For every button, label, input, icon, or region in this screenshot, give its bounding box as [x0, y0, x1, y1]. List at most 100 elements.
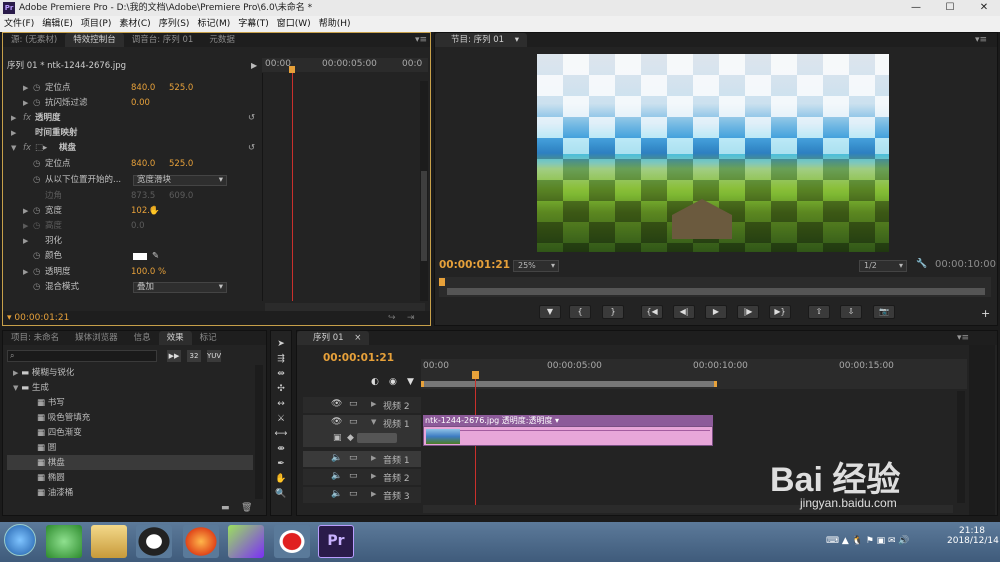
add-button-icon[interactable]: +: [981, 307, 990, 320]
add-marker-icon[interactable]: ▼: [407, 377, 414, 387]
rate-stretch-tool-icon[interactable]: ↔: [274, 398, 288, 411]
tree-item-4color-gradient[interactable]: ▦ 四色渐变: [37, 426, 82, 440]
marker-toggle-icon[interactable]: ◉: [389, 377, 397, 387]
sequence-ruler[interactable]: 00:00 00:00:05:00 00:00:10:00 00:00:15:0…: [421, 359, 967, 389]
track-header-v1[interactable]: 👁 ▭ ▼ 视频 1 ▣ ◆: [303, 415, 421, 447]
vertical-scrollbar[interactable]: [420, 81, 428, 301]
effect-timeline-ruler[interactable]: 00:00 00:00:05:00 00:0: [262, 58, 428, 72]
close-icon[interactable]: ✕: [972, 0, 996, 16]
minimize-icon[interactable]: —: [904, 0, 928, 16]
snap-toggle-icon[interactable]: ◐: [371, 377, 379, 387]
menu-window[interactable]: 窗口(W): [273, 16, 315, 32]
menu-help[interactable]: 帮助(H): [315, 16, 355, 32]
cb-anchor-x[interactable]: 840.0: [131, 157, 155, 172]
ripple-edit-tool-icon[interactable]: ⇹: [274, 368, 288, 381]
export-frame-button[interactable]: 📷: [873, 305, 895, 319]
mark-in-button[interactable]: {: [569, 305, 591, 319]
tree-item-ellipse[interactable]: ▦ 椭圆: [37, 471, 65, 485]
tab-effects[interactable]: 效果: [158, 331, 192, 345]
menu-edit[interactable]: 编辑(E): [38, 16, 77, 32]
pen-tool-icon[interactable]: ✒: [274, 458, 288, 471]
effect-timecode[interactable]: ▾ 00:00:01:21: [7, 313, 69, 323]
add-marker-button[interactable]: ▼: [539, 305, 561, 319]
keyframe-nav-icon[interactable]: ◆: [347, 433, 354, 443]
tab-program[interactable]: 节目: 序列 01 ▾: [435, 33, 528, 47]
go-to-out-button[interactable]: ▶}: [769, 305, 791, 319]
sequence-timecode[interactable]: 00:00:01:21: [323, 352, 394, 364]
start-button[interactable]: [4, 524, 36, 556]
reset-icon[interactable]: ↺: [248, 141, 255, 156]
lock-icon[interactable]: ▭: [349, 471, 358, 481]
playhead-marker-icon[interactable]: [289, 66, 295, 73]
firefox-icon[interactable]: [183, 525, 219, 558]
track-header-a1[interactable]: 🔈 ▭ ▶ 音频 1: [303, 451, 421, 467]
menu-marker[interactable]: 标记(M): [193, 16, 234, 32]
program-scrubber[interactable]: [439, 277, 991, 297]
explorer-icon[interactable]: [91, 525, 127, 558]
zoom-tool-icon[interactable]: 🔍: [274, 488, 288, 501]
display-style-icon[interactable]: ▣: [333, 433, 342, 443]
tab-project[interactable]: 项目: 未命名: [3, 331, 67, 345]
camtasia-icon[interactable]: [228, 525, 264, 558]
tab-media-browser[interactable]: 媒体浏览器: [67, 331, 126, 345]
tab-metadata[interactable]: 元数据: [201, 33, 243, 47]
delete-icon[interactable]: 🗑: [241, 503, 252, 513]
timeline-v-scrollbar[interactable]: [957, 391, 965, 503]
lock-icon[interactable]: ▭: [349, 417, 358, 427]
size-from-select[interactable]: 宽度滑块 ▾: [133, 175, 227, 186]
tab-audio-mixer[interactable]: 调音台: 序列 01: [124, 33, 202, 47]
mark-out-button[interactable]: }: [602, 305, 624, 319]
tree-item-checkerboard[interactable]: ▦ 棋盘: [37, 456, 65, 470]
prop-row-time-remap[interactable]: ▶ 时间重映射: [3, 126, 265, 141]
keyframe-toggle[interactable]: [357, 433, 397, 443]
new-bin-icon[interactable]: ▬: [221, 503, 230, 513]
panel-menu-icon[interactable]: ▾≡: [957, 333, 969, 343]
accelerated-effects-icon[interactable]: ▶▶: [167, 350, 181, 362]
extract-button[interactable]: ⇩: [840, 305, 862, 319]
menu-project[interactable]: 项目(P): [77, 16, 115, 32]
go-to-in-button[interactable]: {◀: [641, 305, 663, 319]
lift-button[interactable]: ⇧: [808, 305, 830, 319]
menu-title[interactable]: 字幕(T): [234, 16, 273, 32]
snap-icon[interactable]: ⇥: [407, 313, 415, 323]
anchor-x-value[interactable]: 840.0: [131, 81, 155, 96]
work-area-bar[interactable]: [421, 381, 717, 387]
reset-icon[interactable]: ↺: [248, 111, 255, 126]
wrench-icon[interactable]: 🔧: [916, 259, 927, 269]
anchor-y-value[interactable]: 525.0: [169, 81, 193, 96]
play-button[interactable]: ▶: [705, 305, 727, 319]
tree-folder-generate[interactable]: ▼ ▬ 生成: [13, 381, 49, 395]
menu-file[interactable]: 文件(F): [0, 16, 38, 32]
tree-item-write[interactable]: ▦ 书写: [37, 396, 65, 410]
track-select-tool-icon[interactable]: ⇶: [274, 353, 288, 366]
speaker-icon[interactable]: 🔈: [331, 471, 342, 481]
premiere-taskbar-icon[interactable]: Pr: [318, 525, 354, 558]
lock-icon[interactable]: ▭: [349, 489, 358, 499]
recorder-icon[interactable]: [274, 525, 310, 558]
tab-source[interactable]: 源: (无素材): [3, 33, 65, 47]
blend-mode-select[interactable]: 叠加 ▾: [133, 282, 227, 293]
tab-info[interactable]: 信息: [126, 331, 159, 345]
maximize-icon[interactable]: ☐: [938, 0, 962, 16]
rolling-edit-tool-icon[interactable]: ✣: [274, 383, 288, 396]
cb-opacity-value[interactable]: 100.0 %: [131, 265, 166, 280]
tab-markers[interactable]: 标记: [192, 331, 225, 345]
color-swatch[interactable]: [133, 253, 147, 260]
program-playhead-icon[interactable]: [439, 278, 445, 286]
effects-search-input[interactable]: ⌕: [7, 350, 157, 362]
lock-icon[interactable]: ▭: [349, 399, 358, 409]
app-360-icon[interactable]: [46, 525, 82, 558]
play-icon[interactable]: ▶: [251, 61, 257, 70]
hand-tool-icon[interactable]: ✋: [274, 473, 288, 486]
step-back-button[interactable]: ◀|: [673, 305, 695, 319]
tray-icons[interactable]: ⌨ ▲ 🐧 ⚑ ▣ ✉ 🔊: [826, 536, 910, 546]
tab-effect-controls[interactable]: 特效控制台: [65, 33, 124, 47]
tree-item-eyedropper-fill[interactable]: ▦ 吸色管填充: [37, 411, 90, 425]
track-header-a2[interactable]: 🔈 ▭ ▶ 音频 2: [303, 469, 421, 485]
yuv-effects-icon[interactable]: YUV: [207, 350, 221, 362]
eye-icon[interactable]: 👁: [331, 417, 342, 427]
tree-item-circle[interactable]: ▦ 圆: [37, 441, 56, 455]
clip-header[interactable]: ntk-1244-2676.jpg 透明度:透明度 ▾: [423, 415, 713, 426]
tab-sequence[interactable]: 序列 01 ×: [297, 331, 370, 345]
quality-select[interactable]: 1/2 ▾: [859, 260, 907, 272]
